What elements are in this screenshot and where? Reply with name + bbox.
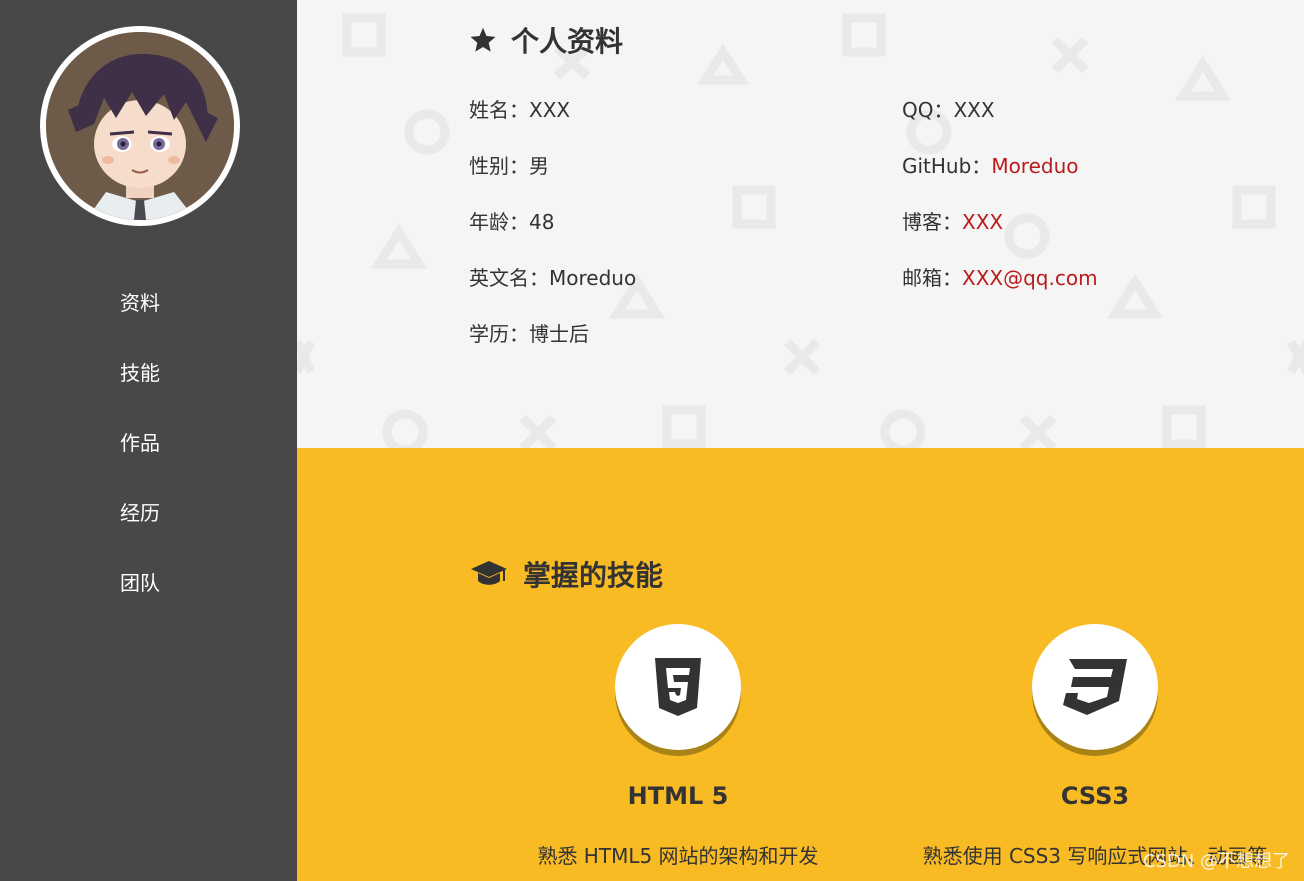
profile-title-text: 个人资料	[511, 25, 624, 58]
skill-name-css3: CSS3	[1060, 782, 1130, 810]
info-label: 学历：	[469, 322, 529, 346]
skills-section: 掌握的技能 HTML 5 熟悉 HTML5 网站的架构和开发 CSS3 熟悉使用…	[297, 448, 1304, 881]
info-value: Moreduo	[549, 266, 637, 290]
avatar	[40, 26, 240, 226]
info-value: 博士后	[529, 322, 589, 346]
info-value: XXX	[953, 98, 995, 122]
css3-icon	[1063, 659, 1127, 715]
nav-item-team[interactable]: 团队	[0, 548, 280, 618]
blog-link[interactable]: XXX	[962, 210, 1003, 234]
profile-title: 个人资料	[469, 20, 623, 60]
info-blog: 博客：XXX	[902, 206, 1003, 235]
info-label: QQ：	[902, 98, 954, 122]
info-gender: 性别：男	[469, 150, 549, 179]
skill-name-html5: HTML 5	[627, 782, 729, 810]
star-icon	[470, 27, 496, 52]
info-qq: QQ：XXX	[902, 94, 995, 123]
sidebar-nav: 资料 技能 作品 经历 团队	[0, 268, 280, 618]
info-label: 年龄：	[469, 210, 529, 234]
info-label: 邮箱：	[902, 266, 962, 290]
profile-section: 个人资料 姓名：XXX 性别：男 年龄：48 英文名：Moreduo 学历：博士…	[297, 0, 1304, 448]
info-education: 学历：博士后	[469, 318, 589, 347]
nav-item-skills[interactable]: 技能	[0, 338, 280, 408]
info-value: XXX	[529, 98, 571, 122]
nav-item-experience[interactable]: 经历	[0, 478, 280, 548]
watermark: CSDN @不想想了	[1142, 851, 1290, 872]
skill-card-html5	[615, 624, 741, 750]
info-value: 男	[529, 154, 549, 178]
email-link[interactable]: XXX@qq.com	[962, 266, 1098, 290]
skills-title-text: 掌握的技能	[523, 559, 664, 592]
info-name: 姓名：XXX	[469, 94, 570, 123]
info-label: 博客：	[902, 210, 962, 234]
graduation-cap-icon	[471, 561, 507, 585]
nav-item-profile[interactable]: 资料	[0, 268, 280, 338]
info-english-name: 英文名：Moreduo	[469, 262, 636, 291]
info-label: 性别：	[469, 154, 529, 178]
info-label: 英文名：	[469, 266, 549, 290]
github-link[interactable]: Moreduo	[991, 154, 1078, 178]
info-label: GitHub：	[902, 154, 992, 178]
html5-icon	[655, 658, 701, 716]
info-email: 邮箱：XXX@qq.com	[902, 262, 1098, 291]
background-pattern	[297, 13, 1304, 448]
info-value: 48	[529, 210, 555, 234]
nav-item-works[interactable]: 作品	[0, 408, 280, 478]
skill-desc-html5: 熟悉 HTML5 网站的架构和开发	[537, 844, 819, 868]
skill-card-css3	[1032, 624, 1158, 750]
sidebar: 资料 技能 作品 经历 团队	[0, 0, 297, 881]
avatar-image	[46, 32, 234, 220]
skills-title: 掌握的技能	[469, 554, 663, 594]
info-age: 年龄：48	[469, 206, 554, 235]
info-label: 姓名：	[469, 98, 529, 122]
info-github: GitHub：Moreduo	[902, 150, 1079, 179]
